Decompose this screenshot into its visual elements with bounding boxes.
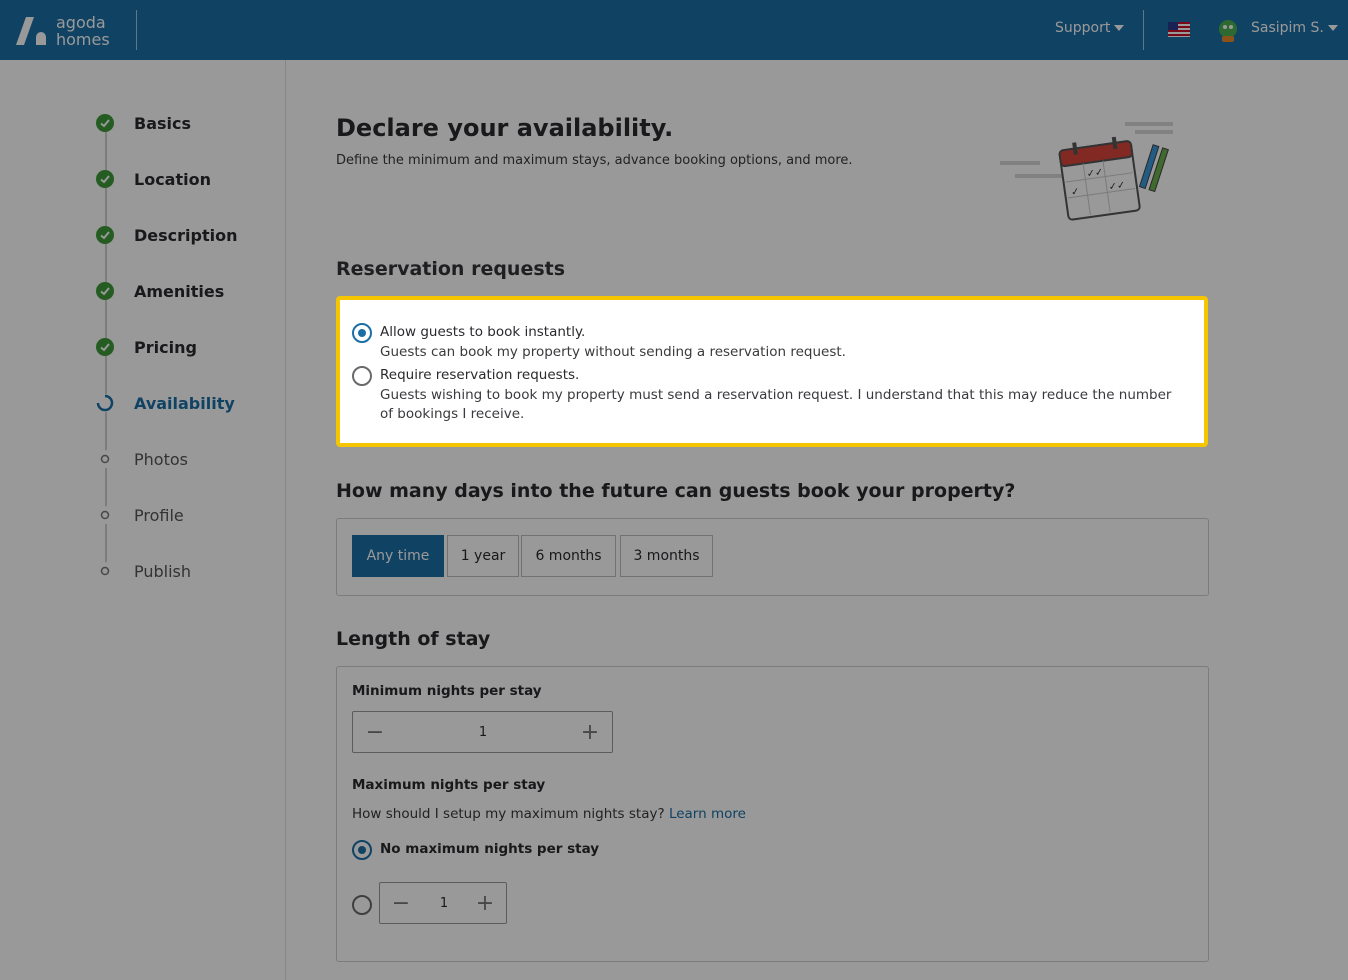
sidebar-item-location[interactable]: Location bbox=[96, 169, 211, 189]
custom-max-nights-radio[interactable] bbox=[352, 895, 372, 915]
chevron-down-icon bbox=[1327, 25, 1338, 31]
booking-window-1-year[interactable]: 1 year bbox=[447, 535, 519, 577]
booking-window-6-months[interactable]: 6 months bbox=[521, 535, 616, 577]
page-title: Declare your availability. bbox=[336, 114, 674, 142]
check-circle-icon bbox=[96, 282, 114, 300]
min-nights-label: Minimum nights per stay bbox=[352, 683, 542, 699]
sidebar-item-amenities[interactable]: Amenities bbox=[96, 281, 224, 301]
sidebar-item-label: Description bbox=[134, 225, 238, 245]
sidebar-item-label: Amenities bbox=[134, 281, 225, 301]
max-nights-stepper: − 1 + bbox=[379, 882, 507, 924]
sidebar-item-publish[interactable]: Publish bbox=[96, 561, 191, 581]
support-menu[interactable]: Support bbox=[1055, 20, 1125, 36]
pending-dot-icon bbox=[96, 562, 114, 580]
instant-book-title: Allow guests to book instantly. bbox=[380, 324, 586, 340]
sidebar-item-photos[interactable]: Photos bbox=[96, 449, 188, 469]
in-progress-icon bbox=[96, 394, 114, 412]
booking-window-3-months[interactable]: 3 months bbox=[620, 535, 713, 577]
sidebar-item-label: Photos bbox=[134, 449, 188, 469]
future-booking-card: Any time 1 year 6 months 3 months bbox=[336, 518, 1209, 596]
brand-line1: agoda bbox=[56, 13, 106, 32]
pending-dot-icon bbox=[96, 506, 114, 524]
user-menu[interactable]: Sasipim S. bbox=[1251, 20, 1338, 36]
no-max-nights-radio[interactable] bbox=[352, 840, 372, 860]
support-label: Support bbox=[1055, 20, 1111, 36]
sidebar-item-label: Publish bbox=[134, 561, 192, 581]
sidebar-item-description[interactable]: Description bbox=[96, 225, 237, 245]
min-nights-value[interactable]: 1 bbox=[397, 712, 569, 752]
sidebar-item-label: Location bbox=[134, 169, 211, 189]
check-circle-icon bbox=[96, 114, 114, 132]
sidebar-item-profile[interactable]: Profile bbox=[96, 505, 184, 525]
sidebar-item-label: Profile bbox=[134, 505, 184, 525]
page-subtitle: Define the minimum and maximum stays, ad… bbox=[336, 153, 853, 168]
chevron-down-icon bbox=[1114, 25, 1125, 31]
pending-dot-icon bbox=[96, 450, 114, 468]
agoda-homes-logo[interactable]: agoda homes bbox=[14, 14, 110, 48]
check-circle-icon bbox=[96, 338, 114, 356]
sidebar-item-label: Pricing bbox=[134, 337, 197, 357]
instant-book-desc: Guests can book my property without send… bbox=[380, 344, 846, 360]
sidebar-item-availability[interactable]: Availability bbox=[96, 393, 235, 413]
sidebar-item-label: Basics bbox=[134, 113, 192, 133]
username-label: Sasipim S. bbox=[1251, 20, 1324, 36]
booking-window-any-time[interactable]: Any time bbox=[352, 535, 444, 577]
brand-line2: homes bbox=[56, 30, 110, 49]
reservation-requests-card: Allow guests to book instantly. Guests c… bbox=[336, 296, 1208, 447]
calendar-illustration-icon: ✓✓ ✓ ✓✓ bbox=[1000, 122, 1173, 221]
plus-icon[interactable]: + bbox=[464, 883, 506, 923]
max-nights-value[interactable]: 1 bbox=[422, 883, 466, 923]
no-max-nights-label: No maximum nights per stay bbox=[380, 841, 600, 857]
header-divider bbox=[136, 10, 137, 50]
avatar[interactable] bbox=[1214, 16, 1242, 44]
instant-book-radio[interactable] bbox=[352, 323, 372, 343]
check-circle-icon bbox=[96, 170, 114, 188]
future-booking-heading: How many days into the future can guests… bbox=[336, 480, 1016, 502]
sidebar-item-basics[interactable]: Basics bbox=[96, 113, 191, 133]
min-nights-stepper: − 1 + bbox=[352, 711, 613, 753]
svg-text:✓✓: ✓✓ bbox=[1086, 167, 1104, 180]
require-request-radio[interactable] bbox=[352, 366, 372, 386]
top-navigation-bar: agoda homes Support Sasipim S. bbox=[0, 0, 1348, 60]
minus-icon[interactable]: − bbox=[380, 883, 422, 923]
minus-icon[interactable]: − bbox=[353, 712, 397, 752]
sidebar-item-pricing[interactable]: Pricing bbox=[96, 337, 197, 357]
length-of-stay-heading: Length of stay bbox=[336, 628, 491, 650]
sidebar-item-label: Availability bbox=[134, 393, 235, 413]
header-divider bbox=[1143, 10, 1144, 50]
plus-icon[interactable]: + bbox=[568, 712, 612, 752]
svg-text:✓✓: ✓✓ bbox=[1108, 180, 1126, 193]
svg-text:✓: ✓ bbox=[1070, 186, 1080, 198]
learn-more-link[interactable]: Learn more bbox=[669, 806, 746, 822]
reservation-requests-heading: Reservation requests bbox=[336, 258, 566, 280]
max-nights-help-text: How should I setup my maximum nights sta… bbox=[352, 806, 665, 822]
max-nights-help: How should I setup my maximum nights sta… bbox=[352, 806, 746, 822]
check-circle-icon bbox=[96, 226, 114, 244]
max-nights-label: Maximum nights per stay bbox=[352, 777, 546, 793]
require-request-desc: Guests wishing to book my property must … bbox=[380, 387, 1172, 422]
agoda-logo-icon bbox=[16, 17, 46, 45]
us-flag-icon[interactable] bbox=[1168, 22, 1190, 37]
require-request-title: Require reservation requests. bbox=[380, 367, 580, 383]
